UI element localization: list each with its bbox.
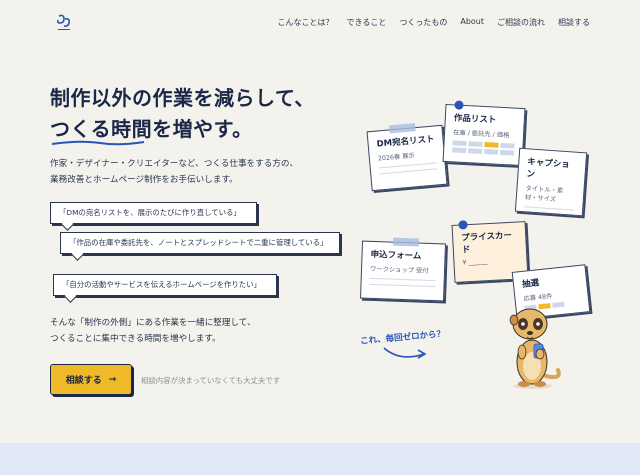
card-subtitle: 在庫 / 委託先 / 価格 bbox=[452, 129, 510, 140]
hero-title: 制作以外の作業を減らして、 つくる時間を増やす。 bbox=[50, 83, 315, 146]
table-cell bbox=[452, 147, 467, 154]
nav-item-concerns[interactable]: こんなことは？ bbox=[278, 17, 334, 28]
cta-note: 相談内容が決まっていなくても大丈夫です bbox=[141, 376, 281, 385]
card-works-list: 作品リスト 在庫 / 委託先 / 価格 bbox=[442, 100, 526, 167]
speech-bubble-homepage: 「自分の活動やサービスを伝えるホームページを作りたい」 bbox=[53, 274, 277, 296]
card-dm-list: DM宛名リスト 2026春 展示 bbox=[366, 123, 448, 192]
table-cell bbox=[484, 142, 499, 148]
card-title: 作品リスト bbox=[453, 113, 497, 126]
meerkat-mascot-icon bbox=[509, 308, 561, 389]
table-cell bbox=[452, 140, 467, 147]
nav-item-works[interactable]: つくったもの bbox=[399, 17, 447, 28]
hero-subtext: そんな「制作の外側」にある作業を一緒に整理して、 つくることに集中できる時間を増… bbox=[50, 315, 256, 347]
card-subtitle: ¥ ______ bbox=[462, 258, 488, 267]
curved-arrow-icon bbox=[383, 347, 427, 359]
main-nav: こんなことは？ できること つくったもの About ご相談の流れ 相談する bbox=[278, 17, 591, 28]
card-title: プライスカード bbox=[460, 230, 513, 256]
card-title: 申込フォーム bbox=[370, 249, 422, 262]
speech-bubble-inventory: 「作品の在庫や委託先を、ノートとスプレッドシートで二重に管理している」 bbox=[60, 232, 340, 254]
hero-title-line2: つくる時間を増やす。 bbox=[50, 114, 253, 146]
card-title: 抽選 bbox=[521, 278, 540, 290]
consult-button-label: 相談する bbox=[65, 376, 102, 386]
card-subtitle: 2026春 展示 bbox=[377, 152, 416, 163]
card-line bbox=[378, 162, 437, 169]
pin-icon bbox=[454, 100, 464, 110]
table-cell bbox=[500, 142, 515, 149]
arrow-right-icon: → bbox=[108, 374, 117, 385]
table-cell bbox=[484, 149, 499, 155]
pin-icon bbox=[458, 220, 468, 230]
card-subtitle: タイトル・素材・サイズ bbox=[524, 185, 564, 204]
nav-item-contact[interactable]: 相談する bbox=[558, 17, 590, 28]
card-line bbox=[369, 277, 436, 282]
next-section-band bbox=[0, 443, 640, 475]
card-caption: キャプション タイトル・素材・サイズ bbox=[514, 147, 588, 217]
tape-icon bbox=[389, 123, 416, 134]
hero-desc-line1: 作家・デザイナー・クリエイターなど、つくる仕事をする方の、 bbox=[50, 159, 299, 169]
hero-title-line1: 制作以外の作業を減らして、 bbox=[50, 86, 315, 110]
tape-icon bbox=[392, 237, 420, 247]
nav-item-about[interactable]: About bbox=[460, 17, 484, 28]
hero-desc-line2: 業務改善とホームページ制作をお手伝いします。 bbox=[50, 175, 238, 185]
card-subtitle: ワークショップ 受付 bbox=[369, 265, 429, 275]
consult-button[interactable]: 相談する → bbox=[50, 364, 132, 395]
table-cell bbox=[468, 148, 483, 154]
card-title: キャプション bbox=[526, 157, 571, 180]
hero-sub-line2: つくることに集中できる時間を増やします。 bbox=[50, 334, 221, 344]
underline-stroke-icon bbox=[51, 140, 145, 146]
card-title: DM宛名リスト bbox=[376, 134, 435, 150]
hero-description: 作家・デザイナー・クリエイターなど、つくる仕事をする方の、 業務改善とホームペー… bbox=[50, 156, 298, 188]
card-application-form: 申込フォーム ワークショップ 受付 bbox=[360, 237, 446, 302]
card-line bbox=[369, 283, 436, 288]
logo-icon[interactable] bbox=[56, 14, 72, 32]
card-line bbox=[379, 168, 438, 175]
table-mini bbox=[452, 140, 515, 156]
speech-bubble-dm: 「DMの宛名リストを、展示のたびに作り直している」 bbox=[50, 202, 257, 224]
hero-sub-line1: そんな「制作の外側」にある作業を一緒に整理して、 bbox=[50, 318, 256, 328]
card-line bbox=[524, 206, 575, 211]
nav-item-flow[interactable]: ご相談の流れ bbox=[497, 17, 545, 28]
nav-item-services[interactable]: できること bbox=[347, 17, 387, 28]
table-cell bbox=[468, 141, 483, 147]
table-cell bbox=[499, 149, 515, 156]
